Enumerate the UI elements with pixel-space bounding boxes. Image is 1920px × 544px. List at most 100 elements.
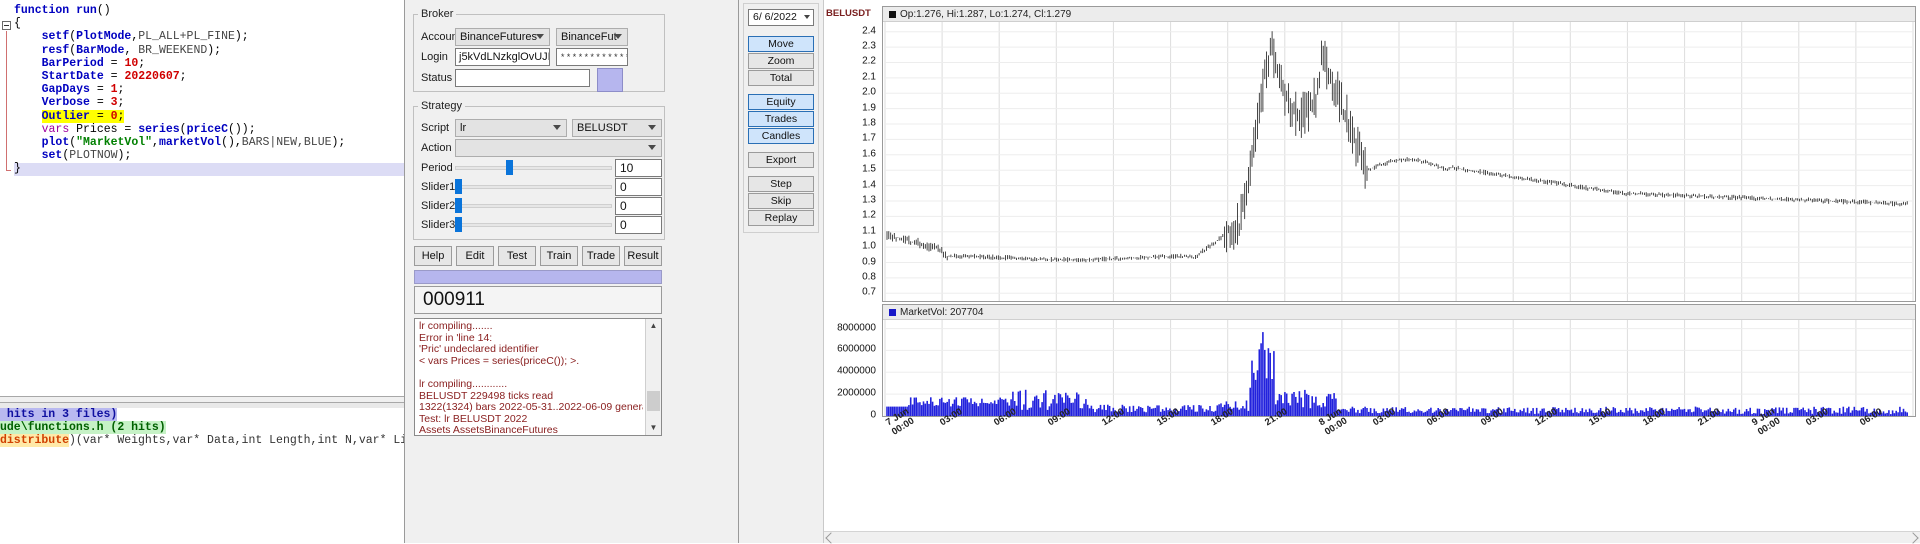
date-select[interactable]: 6/ 6/2022 <box>748 9 814 26</box>
chart-zoom-button[interactable]: Zoom <box>748 53 814 69</box>
login-input[interactable]: j5kVdLNzkglOvUJIH1tH1 <box>455 48 550 66</box>
chart-equity-button[interactable]: Equity <box>748 94 814 110</box>
scroll-up-icon[interactable]: ▲ <box>646 319 661 333</box>
chart-candles-button[interactable]: Candles <box>748 128 814 144</box>
password-input[interactable]: **************** <box>556 48 628 66</box>
script-select-value: lr <box>460 122 467 134</box>
code-text-area[interactable]: function run(){ setf(PlotMode,PL_ALL+PL_… <box>0 0 404 395</box>
status-input[interactable] <box>455 69 590 87</box>
price-y-tick: 2.4 <box>862 25 876 37</box>
script-select[interactable]: lr <box>455 119 567 137</box>
zorro-control-panel: Broker Account BinanceFutures BinanceFut… <box>404 0 739 543</box>
slider-slider1[interactable] <box>455 178 612 196</box>
code-token: ; <box>138 56 146 70</box>
search-results-pane[interactable]: hits in 3 files) ude\functions.h (2 hits)… <box>0 408 404 543</box>
code-token: ); <box>331 135 346 149</box>
search-results-list[interactable]: hits in 3 files) ude\functions.h (2 hits)… <box>0 408 404 448</box>
chart-step-button[interactable]: Step <box>748 176 814 192</box>
chart-controls-sidebar: 6/ 6/2022 Move Zoom Total Equity Trades Candl… <box>739 0 824 543</box>
code-token: BARS|NEW,BLUE <box>241 135 332 149</box>
edit-button[interactable]: Edit <box>456 246 494 266</box>
slider-thumb[interactable] <box>455 198 462 213</box>
slider-slider2[interactable] <box>455 197 612 215</box>
search-result-row[interactable]: hits in 3 files) <box>0 408 404 421</box>
scroll-right-icon[interactable] <box>1907 532 1919 544</box>
scroll-down-icon[interactable]: ▼ <box>646 421 661 435</box>
chart-replay-button[interactable]: Replay <box>748 210 814 226</box>
code-token: ); <box>117 149 132 163</box>
slider-thumb[interactable] <box>455 179 462 194</box>
price-y-tick: 2.2 <box>862 55 876 67</box>
slider-value-period[interactable]: 10 <box>615 159 662 177</box>
code-token: 20220607 <box>124 69 180 83</box>
chart-skip-button[interactable]: Skip <box>748 193 814 209</box>
collapse-block-icon[interactable] <box>2 21 11 30</box>
code-token: ; <box>117 83 125 97</box>
slider-value-slider2[interactable]: 0 <box>615 197 662 215</box>
slider-track[interactable] <box>455 204 612 208</box>
help-button[interactable]: Help <box>414 246 452 266</box>
slider-value-slider3[interactable]: 0 <box>615 216 662 234</box>
code-token: = <box>89 83 111 97</box>
chart-trades-button[interactable]: Trades <box>748 111 814 127</box>
account-broker-select[interactable]: BinanceFut <box>556 28 628 46</box>
source-code[interactable]: function run(){ setf(PlotMode,PL_ALL+PL_… <box>14 4 345 175</box>
scroll-left-icon[interactable] <box>825 532 837 544</box>
code-fold-gutter[interactable] <box>0 0 14 395</box>
scrollbar-thumb[interactable] <box>647 391 660 411</box>
search-result-row[interactable]: distribute)(var* Weights,var* Data,int L… <box>0 434 404 448</box>
price-y-tick: 1.5 <box>862 163 876 175</box>
code-line: } <box>14 162 345 175</box>
message-log-scrollbar[interactable]: ▲ ▼ <box>645 319 661 435</box>
code-token: vars <box>41 122 70 136</box>
code-line: function run() <box>14 4 345 17</box>
price-chart-plot <box>884 22 1914 301</box>
code-token: marketVol <box>158 135 222 149</box>
chart-total-button[interactable]: Total <box>748 70 814 86</box>
chart-export-button[interactable]: Export <box>748 152 814 168</box>
code-token: 1 <box>110 83 118 97</box>
slider-period[interactable] <box>455 159 612 177</box>
price-y-tick: 2.0 <box>862 86 876 98</box>
login-label: Login <box>421 51 448 63</box>
volume-chart[interactable]: MarketVol: 207704 <box>882 304 1916 417</box>
slider-slider3[interactable] <box>455 216 612 234</box>
price-chart[interactable]: Op:1.276, Hi:1.287, Lo:1.274, Cl:1.279 <box>882 6 1916 302</box>
slider-thumb[interactable] <box>506 160 513 175</box>
code-token: = <box>103 69 125 83</box>
code-token: , <box>124 43 139 57</box>
price-y-tick: 0.8 <box>862 271 876 283</box>
message-log[interactable]: lr compiling....... Error in 'line 14: 'Pr… <box>414 318 662 436</box>
slider-track[interactable] <box>455 185 612 189</box>
test-button[interactable]: Test <box>498 246 536 266</box>
asset-select-value: BELUSDT <box>577 122 628 134</box>
search-result-row[interactable]: ude\functions.h (2 hits) <box>0 421 404 435</box>
result-button[interactable]: Result <box>624 246 662 266</box>
code-token: ); <box>207 43 222 57</box>
chevron-down-icon <box>536 34 544 39</box>
code-token: ); <box>234 30 249 44</box>
chart-move-button[interactable]: Move <box>748 36 814 52</box>
asset-select[interactable]: BELUSDT <box>572 119 662 137</box>
slider-value-slider1[interactable]: 0 <box>615 178 662 196</box>
status-label: Status <box>421 72 453 84</box>
message-log-text: lr compiling....... Error in 'line 14: 'Pr… <box>419 321 643 435</box>
code-token: ; <box>179 69 187 83</box>
volume-y-tick: 4000000 <box>837 365 876 377</box>
slider-track[interactable] <box>455 223 612 227</box>
account-select[interactable]: BinanceFutures <box>455 28 550 46</box>
slider-track[interactable] <box>455 166 612 170</box>
code-token: resf <box>41 43 70 57</box>
trade-button[interactable]: Trade <box>582 246 620 266</box>
slider-label-slider3: Slider3 <box>421 219 456 231</box>
train-button[interactable]: Train <box>540 246 578 266</box>
action-select[interactable] <box>455 139 662 157</box>
chart-horizontal-scrollbar[interactable] <box>824 531 1920 544</box>
slider-thumb[interactable] <box>455 217 462 232</box>
chart-canvas-area[interactable]: BELUSDT Op:1.276, Hi:1.287, Lo:1.274, Cl… <box>824 0 1920 544</box>
search-result-text: ude\functions.h (2 hits) <box>0 421 166 435</box>
